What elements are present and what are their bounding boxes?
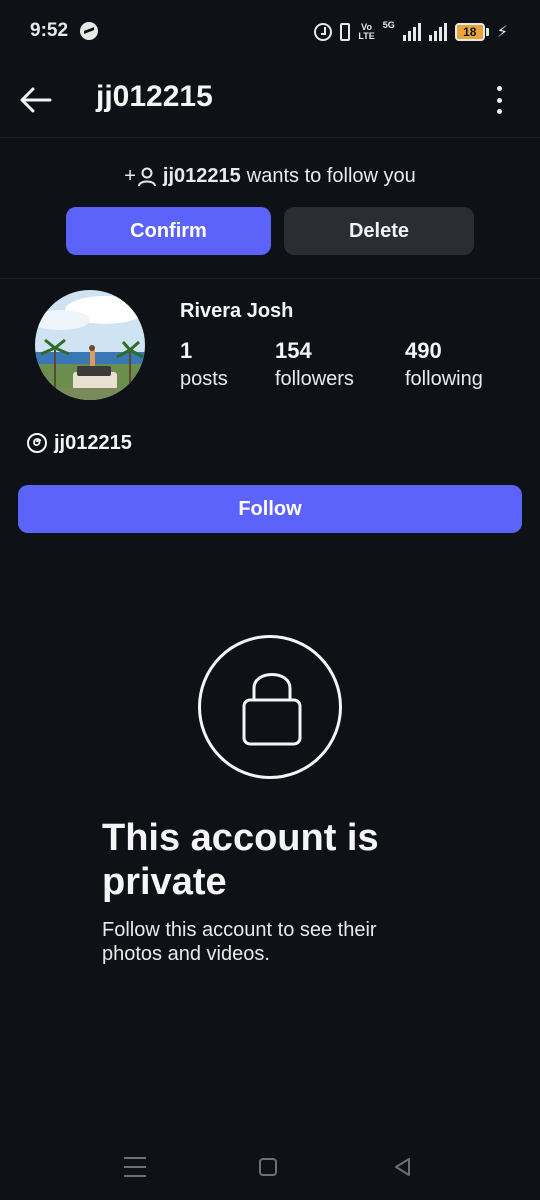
requester-username[interactable]: jj012215 [163,165,241,188]
threads-badge[interactable]: jj012215 [26,430,132,456]
home-button[interactable] [259,1158,277,1176]
following-label: following [405,368,483,390]
alarm-icon [314,23,333,41]
battery-level: 18 [463,25,477,39]
status-time: 9:52 [30,20,69,41]
private-account-subtitle: Follow this account to see their photos … [102,919,377,965]
posts-count: 1 [180,338,193,363]
confirm-button[interactable]: Confirm [66,207,271,255]
network-type: 5G [382,20,395,30]
arrow-left-icon [20,87,52,113]
messenger-notification-icon [80,22,98,40]
volte-line-2: LTE [358,31,375,41]
followers-stat[interactable]: 154 followers [275,338,354,391]
private-account-title: This account is private [102,817,379,903]
follow-request-text: + jj012215 wants to follow you [0,165,540,188]
status-indicators: Vo LTE 5G 18 ⚡ [314,18,508,46]
back-triangle-icon [395,1158,410,1176]
posts-label: posts [180,368,228,390]
followers-label: followers [275,368,354,390]
display-name: Rivera Josh [180,300,294,322]
avatar-image [35,290,145,400]
followers-count: 154 [275,338,312,363]
avatar[interactable] [35,290,145,400]
delete-button[interactable]: Delete [284,207,474,255]
add-person-icon: + [124,165,157,188]
signal-strength-icon-1 [402,23,421,41]
battery-body: 18 [454,23,485,41]
plus-sign: + [124,165,136,187]
more-options-button[interactable] [492,82,506,118]
status-bar: 9:52 Vo LTE 5G 18 ⚡ [0,0,540,64]
lock-icon-circle [198,635,342,779]
system-navigation-bar [0,1140,540,1200]
system-back-button[interactable] [392,1156,414,1178]
following-stat[interactable]: 490 following [405,338,483,391]
vibrate-icon [340,23,351,41]
follow-request-banner: + jj012215 wants to follow you Confirm D… [0,139,540,279]
recent-apps-button[interactable] [124,1157,146,1177]
battery-icon: 18 [454,23,489,41]
back-button[interactable] [18,82,54,118]
charging-bolt-icon: ⚡ [496,24,508,41]
follow-button[interactable]: Follow [18,485,522,533]
signal-strength-icon-2 [428,23,447,41]
recent-apps-icon [124,1157,146,1159]
volte-indicator: Vo LTE [358,23,374,41]
following-count: 490 [405,338,442,363]
page-title: jj012215 [96,80,213,113]
battery-tip [485,28,489,36]
posts-stat[interactable]: 1 posts [180,338,228,391]
vertical-dots-icon [496,86,502,91]
person-outline-icon [137,167,156,186]
lock-icon [242,673,302,746]
threads-username: jj012215 [54,431,132,454]
threads-icon [27,433,47,453]
request-message: wants to follow you [246,165,416,187]
profile-header: jj012215 [0,64,540,138]
